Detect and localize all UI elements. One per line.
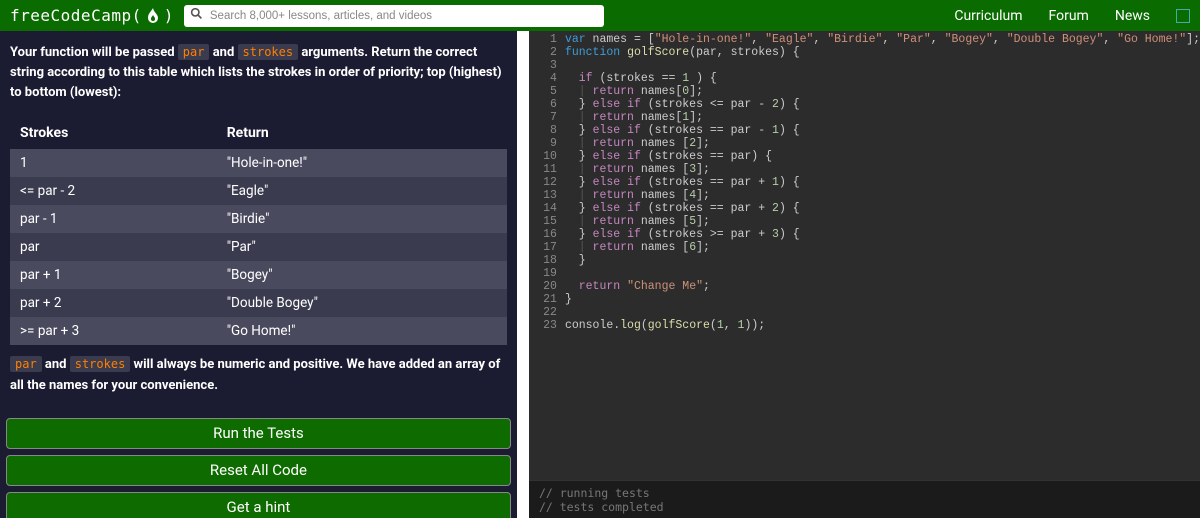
- line-number: 6: [529, 98, 565, 111]
- table-cell: "Eagle": [217, 177, 507, 205]
- code-line[interactable]: 20 return "Change Me";: [529, 280, 1200, 293]
- console-line: // tests completed: [539, 500, 1190, 514]
- line-number: 4: [529, 72, 565, 85]
- table-cell: "Double Bogey": [217, 289, 507, 317]
- line-number: 5: [529, 85, 565, 98]
- table-cell: <= par - 2: [10, 177, 217, 205]
- line-number: 21: [529, 293, 565, 306]
- code-line[interactable]: 8 } else if (strokes == par - 1) {: [529, 124, 1200, 137]
- line-number: 1: [529, 33, 565, 46]
- code-line[interactable]: 23console.log(golfScore(1, 1));: [529, 319, 1200, 332]
- code-line[interactable]: 18 }: [529, 254, 1200, 267]
- line-number: 9: [529, 137, 565, 150]
- code-line[interactable]: 4 if (strokes == 1 ) {: [529, 72, 1200, 85]
- get-hint-button[interactable]: Get a hint: [6, 492, 511, 518]
- table-cell: par + 2: [10, 289, 217, 317]
- table-cell: >= par + 3: [10, 317, 217, 345]
- code-line[interactable]: 22: [529, 306, 1200, 319]
- table-row: <= par - 2"Eagle": [10, 177, 507, 205]
- table-row: 1"Hole-in-one!": [10, 149, 507, 177]
- table-cell: par - 1: [10, 205, 217, 233]
- code-line[interactable]: 2function golfScore(par, strokes) {: [529, 46, 1200, 59]
- logo-text-end: ): [164, 6, 174, 25]
- line-number: 10: [529, 150, 565, 163]
- broken-image-icon[interactable]: [1176, 9, 1190, 23]
- pane-divider[interactable]: [517, 31, 529, 518]
- search-input[interactable]: [184, 5, 604, 27]
- table-cell: "Hole-in-one!": [217, 149, 507, 177]
- code-line[interactable]: 6 } else if (strokes <= par - 2) {: [529, 98, 1200, 111]
- logo-text: freeCodeCamp(: [10, 6, 142, 25]
- line-number: 19: [529, 267, 565, 280]
- code-line[interactable]: 1var names = ["Hole-in-one!", "Eagle", "…: [529, 33, 1200, 46]
- line-number: 20: [529, 280, 565, 293]
- code-line[interactable]: 11 | return names [3];: [529, 163, 1200, 176]
- line-number: 18: [529, 254, 565, 267]
- table-row: par"Par": [10, 233, 507, 261]
- table-row: par + 2"Double Bogey": [10, 289, 507, 317]
- strokes-table: Strokes Return 1"Hole-in-one!"<= par - 2…: [10, 117, 507, 345]
- table-cell: par + 1: [10, 261, 217, 289]
- line-number: 11: [529, 163, 565, 176]
- table-cell: 1: [10, 149, 217, 177]
- code-line[interactable]: 15 | return names [5];: [529, 215, 1200, 228]
- search-icon: [190, 7, 203, 24]
- code-line[interactable]: 19: [529, 267, 1200, 280]
- code-token-par: par: [178, 44, 210, 60]
- table-cell: "Birdie": [217, 205, 507, 233]
- table-header-strokes: Strokes: [10, 117, 217, 149]
- nav-links: Curriculum Forum News: [954, 8, 1190, 24]
- fire-icon: [146, 8, 160, 24]
- code-line[interactable]: 16 } else if (strokes >= par + 3) {: [529, 228, 1200, 241]
- code-line[interactable]: 10 } else if (strokes == par) {: [529, 150, 1200, 163]
- code-line[interactable]: 9 | return names [2];: [529, 137, 1200, 150]
- table-row: par + 1"Bogey": [10, 261, 507, 289]
- table-row: par - 1"Birdie": [10, 205, 507, 233]
- code-line[interactable]: 12 } else if (strokes == par + 1) {: [529, 176, 1200, 189]
- nav-forum[interactable]: Forum: [1049, 8, 1089, 24]
- code-line[interactable]: 3: [529, 59, 1200, 72]
- top-navbar: freeCodeCamp( ) Curriculum Forum News: [0, 0, 1200, 31]
- line-number: 22: [529, 306, 565, 319]
- code-line[interactable]: 14 } else if (strokes == par + 2) {: [529, 202, 1200, 215]
- code-token-strokes: strokes: [70, 356, 131, 372]
- line-number: 7: [529, 111, 565, 124]
- instructions-para-1: Your function will be passed par and str…: [10, 43, 507, 103]
- line-number: 12: [529, 176, 565, 189]
- code-line[interactable]: 17 | return names [6];: [529, 241, 1200, 254]
- code-line[interactable]: 7 | return names[1];: [529, 111, 1200, 124]
- table-cell: par: [10, 233, 217, 261]
- line-number: 3: [529, 59, 565, 72]
- console-output: // running tests // tests completed: [529, 480, 1200, 518]
- table-cell: "Par": [217, 233, 507, 261]
- line-number: 13: [529, 189, 565, 202]
- code-editor[interactable]: 1var names = ["Hole-in-one!", "Eagle", "…: [529, 31, 1200, 480]
- run-tests-button[interactable]: Run the Tests: [6, 418, 511, 449]
- line-number: 16: [529, 228, 565, 241]
- code-panel: 1var names = ["Hole-in-one!", "Eagle", "…: [529, 31, 1200, 518]
- instructions-para-2: par and strokes will always be numeric a…: [10, 355, 507, 395]
- instructions-panel[interactable]: Your function will be passed par and str…: [0, 31, 517, 518]
- line-number: 15: [529, 215, 565, 228]
- nav-curriculum[interactable]: Curriculum: [954, 8, 1022, 24]
- code-line[interactable]: 21}: [529, 293, 1200, 306]
- line-number: 14: [529, 202, 565, 215]
- line-number: 8: [529, 124, 565, 137]
- nav-news[interactable]: News: [1115, 8, 1150, 24]
- reset-code-button[interactable]: Reset All Code: [6, 455, 511, 486]
- code-token-strokes: strokes: [238, 44, 299, 60]
- table-header-return: Return: [217, 117, 507, 149]
- table-cell: "Go Home!": [217, 317, 507, 345]
- logo[interactable]: freeCodeCamp( ): [10, 6, 174, 25]
- code-line[interactable]: 13 | return names [4];: [529, 189, 1200, 202]
- line-number: 17: [529, 241, 565, 254]
- line-number: 23: [529, 319, 565, 332]
- table-row: >= par + 3"Go Home!": [10, 317, 507, 345]
- table-cell: "Bogey": [217, 261, 507, 289]
- search-wrap: [184, 4, 604, 27]
- console-line: // running tests: [539, 486, 1190, 500]
- code-token-par: par: [10, 356, 42, 372]
- code-line[interactable]: 5 | return names[0];: [529, 85, 1200, 98]
- line-number: 2: [529, 46, 565, 59]
